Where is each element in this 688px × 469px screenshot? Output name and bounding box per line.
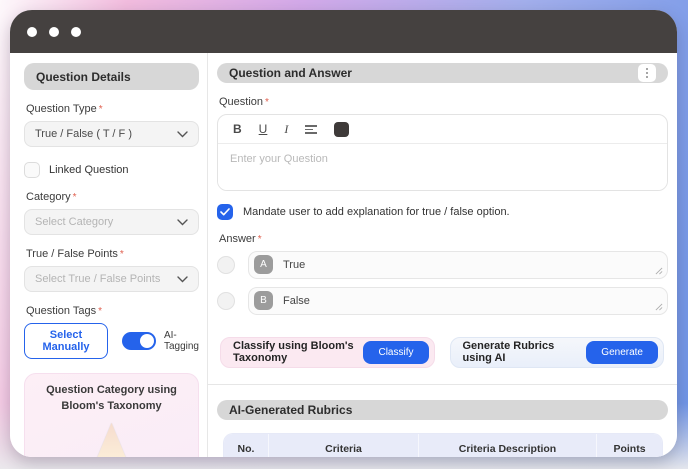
question-tags-row: Select Manually AI-Tagging xyxy=(24,323,199,359)
question-type-value: True / False ( T / F ) xyxy=(35,128,132,140)
required-mark: * xyxy=(120,249,124,260)
select-manually-button[interactable]: Select Manually xyxy=(24,323,108,359)
mandate-checkbox[interactable] xyxy=(217,204,233,220)
col-no: No. xyxy=(224,434,268,457)
linked-question-checkbox[interactable] xyxy=(24,162,40,178)
required-mark: * xyxy=(265,97,269,108)
classify-button[interactable]: Classify xyxy=(363,341,428,364)
linked-question-label: Linked Question xyxy=(49,164,129,176)
generate-button[interactable]: Generate xyxy=(586,341,658,364)
col-criteria: Criteria xyxy=(268,434,418,457)
pyramid-cap xyxy=(37,423,187,457)
text-color-swatch-icon[interactable] xyxy=(334,122,349,137)
window-dot-icon[interactable] xyxy=(27,27,37,37)
ai-action-cards: Classify using Bloom's Taxonomy Classify… xyxy=(217,337,668,368)
question-answer-header: Question and Answer xyxy=(217,63,668,83)
required-mark: * xyxy=(258,234,262,245)
category-select[interactable]: Select Category xyxy=(24,209,199,235)
chevron-down-icon xyxy=(177,219,188,226)
tf-points-label: True / False Points* xyxy=(26,248,199,260)
answer-b-badge: B xyxy=(254,291,273,310)
required-mark: * xyxy=(98,306,102,317)
editor-toolbar: B U I xyxy=(218,115,667,144)
kebab-menu-icon[interactable] xyxy=(638,64,656,82)
chevron-down-icon xyxy=(177,276,188,283)
ai-tagging-label: AI-Tagging xyxy=(164,330,199,352)
resize-handle-icon[interactable] xyxy=(655,303,663,311)
toggle-knob xyxy=(140,334,154,348)
generate-rubrics-card: Generate Rubrics using AI Generate xyxy=(450,337,665,368)
align-left-icon[interactable] xyxy=(305,125,317,134)
ai-tagging-toggle[interactable] xyxy=(122,332,156,350)
rubrics-table-header-row: No. Criteria Criteria Description Points xyxy=(224,434,662,457)
answer-a-radio[interactable] xyxy=(217,256,235,274)
col-criteria-description: Criteria Description xyxy=(418,434,596,457)
question-details-panel: Question Details Question Type* True / F… xyxy=(10,53,208,457)
tf-points-placeholder: Select True / False Points xyxy=(35,273,160,285)
question-input[interactable] xyxy=(218,144,667,190)
section-divider xyxy=(207,384,677,385)
ai-rubrics-header: AI-Generated Rubrics xyxy=(217,400,668,420)
question-details-header: Question Details xyxy=(24,63,199,90)
answer-a-input[interactable]: A True xyxy=(248,251,668,279)
category-label: Category* xyxy=(26,191,199,203)
col-points: Points xyxy=(596,434,662,457)
question-type-label: Question Type* xyxy=(26,103,199,115)
answer-b-input[interactable]: B False xyxy=(248,287,668,315)
window-dot-icon[interactable] xyxy=(49,27,59,37)
window-dot-icon[interactable] xyxy=(71,27,81,37)
bloom-taxonomy-card: Question Category using Bloom's Taxonomy… xyxy=(24,373,199,457)
question-field-label: Question* xyxy=(219,96,668,108)
ai-rubrics-title: AI-Generated Rubrics xyxy=(229,403,352,417)
underline-icon[interactable]: U xyxy=(259,123,268,135)
chevron-down-icon xyxy=(177,131,188,138)
classify-bloom-card: Classify using Bloom's Taxonomy Classify xyxy=(220,337,435,368)
required-mark: * xyxy=(99,104,103,115)
generate-card-label: Generate Rubrics using AI xyxy=(463,340,587,364)
rubrics-table: No. Criteria Criteria Description Points xyxy=(223,433,663,457)
app-window: Question Details Question Type* True / F… xyxy=(10,10,677,457)
answer-option-row: B False xyxy=(217,287,668,315)
question-answer-panel: Question and Answer Question* B U I xyxy=(208,53,677,457)
answer-a-badge: A xyxy=(254,255,273,274)
answer-label: Answer* xyxy=(219,233,668,245)
question-editor: B U I xyxy=(217,114,668,190)
answer-b-radio[interactable] xyxy=(217,292,235,310)
category-placeholder: Select Category xyxy=(35,216,113,228)
mandate-explanation-row: Mandate user to add explanation for true… xyxy=(217,204,668,220)
answer-b-text: False xyxy=(283,295,310,307)
tf-points-select[interactable]: Select True / False Points xyxy=(24,266,199,292)
bloom-card-title: Question Category using Bloom's Taxonomy xyxy=(31,383,192,415)
linked-question-row: Linked Question xyxy=(24,162,199,178)
mandate-label: Mandate user to add explanation for true… xyxy=(243,206,510,218)
classify-card-label: Classify using Bloom's Taxonomy xyxy=(233,340,363,364)
answer-a-text: True xyxy=(283,259,305,271)
answer-option-row: A True xyxy=(217,251,668,279)
question-details-title: Question Details xyxy=(36,70,131,84)
required-mark: * xyxy=(73,192,77,203)
italic-icon[interactable]: I xyxy=(284,123,288,135)
question-tags-label: Question Tags* xyxy=(26,305,199,317)
window-titlebar xyxy=(10,10,677,53)
bold-icon[interactable]: B xyxy=(233,123,242,135)
check-icon xyxy=(220,208,230,216)
question-type-select[interactable]: True / False ( T / F ) xyxy=(24,121,199,147)
question-answer-title: Question and Answer xyxy=(229,66,352,80)
resize-handle-icon[interactable] xyxy=(655,267,663,275)
bloom-pyramid: Create Evaluate Analyze Apply xyxy=(31,423,192,457)
